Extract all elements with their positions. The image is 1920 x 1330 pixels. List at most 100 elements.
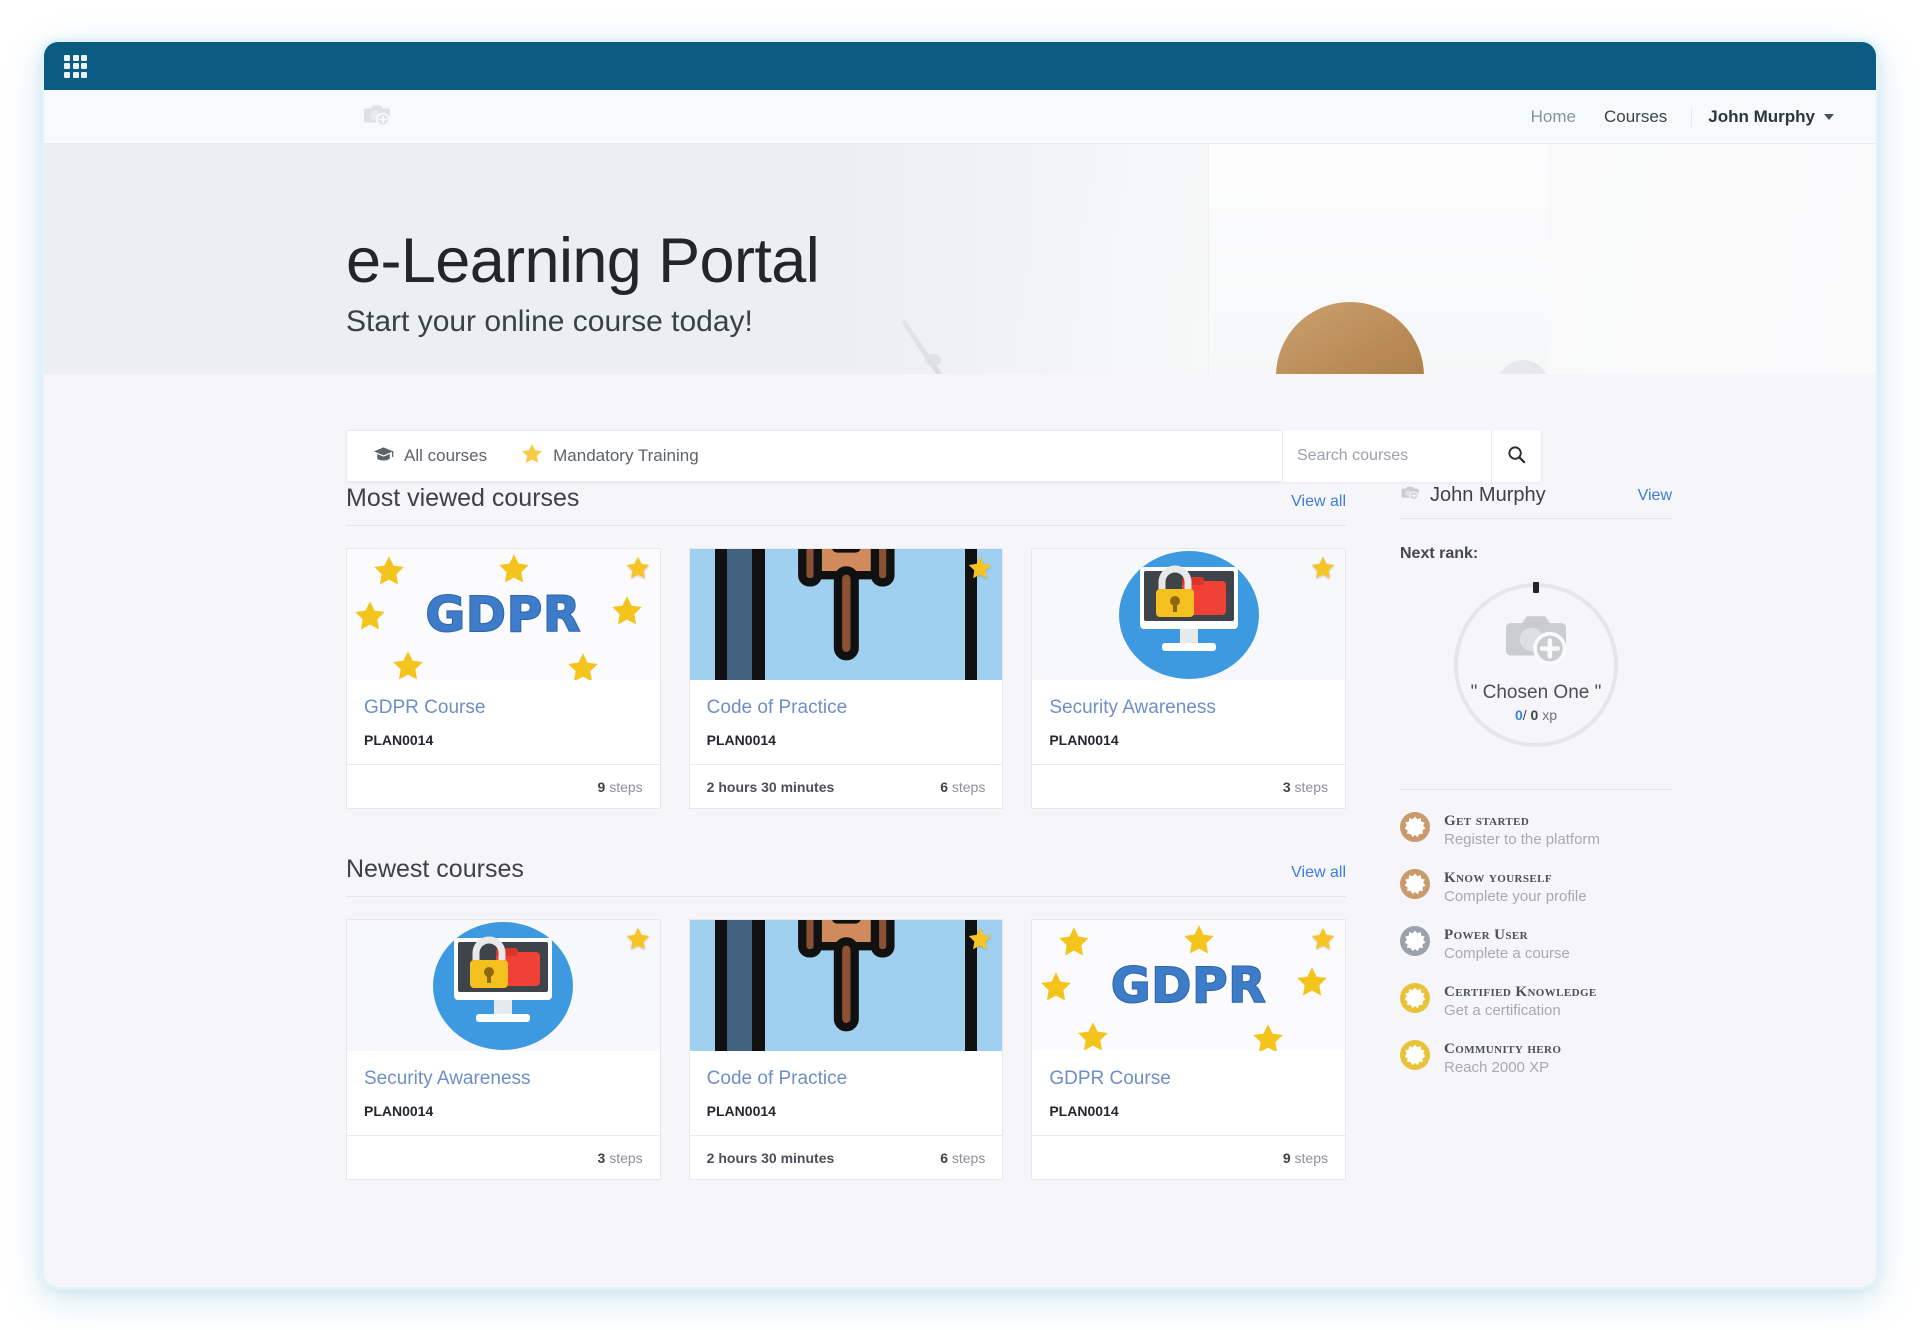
course-title[interactable]: GDPR Course (364, 697, 643, 719)
app-topbar (44, 42, 1876, 90)
page-title: e-Learning Portal (346, 226, 820, 296)
mandatory-star-icon (1310, 555, 1336, 586)
user-menu-label: John Murphy (1708, 106, 1815, 126)
course-card-list: GDPR GDPR Course PLAN0014 9 steps Code of Pr… (346, 548, 1347, 809)
badge-title: Know yourself (1444, 870, 1553, 886)
eu-star-icon (497, 552, 531, 591)
badge-item[interactable]: Get started Register to the platform (1400, 812, 1672, 848)
page-content: Most viewed courses View all GDPR GDPR Co… (44, 374, 1876, 1287)
user-menu[interactable]: John Murphy (1691, 106, 1840, 127)
badge-item[interactable]: Community hero Reach 2000 XP (1400, 1040, 1672, 1076)
search-group (1282, 430, 1541, 482)
course-card[interactable]: Code of Practice PLAN0014 2 hours 30 minut… (688, 548, 1004, 809)
course-steps: 6 steps (940, 778, 986, 795)
mandatory-star-icon (967, 555, 993, 586)
gdpr-thumbnail: GDPR (347, 549, 660, 680)
nav-link-home[interactable]: Home (1517, 107, 1590, 127)
course-card-footer: 3 steps (347, 1135, 660, 1179)
course-card-footer: 2 hours 30 minutes 6 steps (689, 1135, 1003, 1179)
rank-placeholder-icon (1500, 607, 1572, 672)
course-code: PLAN0014 (1049, 1103, 1119, 1119)
gdpr-wordmark: GDPR (1110, 957, 1267, 1015)
badge-title: Community hero (1444, 1041, 1562, 1057)
eu-star-icon (1057, 925, 1091, 964)
search-button[interactable] (1491, 430, 1541, 482)
badge-title: Certified Knowledge (1444, 984, 1597, 1000)
course-code: PLAN0014 (1049, 732, 1119, 748)
site-logo-placeholder-icon (362, 101, 392, 132)
badge-medal-icon (1400, 983, 1430, 1013)
badge-text: Community hero Reach 2000 XP (1444, 1040, 1561, 1076)
section-newest: Newest courses View all Security Awarene… (346, 855, 1347, 1180)
course-code: PLAN0014 (706, 732, 776, 748)
course-card-footer: 3 steps (1032, 764, 1346, 808)
course-title[interactable]: GDPR Course (1049, 1068, 1328, 1090)
eu-star-icon (566, 651, 600, 680)
eu-star-icon (1295, 965, 1329, 1004)
badge-description: Get a certification (1444, 1002, 1561, 1019)
badge-text: Know yourself Complete your profile (1444, 869, 1587, 905)
course-thumbnail: GDPR (347, 549, 660, 680)
mandatory-star-icon (625, 926, 651, 957)
course-card[interactable]: GDPR GDPR Course PLAN0014 9 steps (346, 548, 661, 809)
browser-window: Home Courses John Murphy e-Learning Port… (44, 42, 1876, 1287)
course-title[interactable]: Security Awareness (1049, 697, 1328, 719)
section-header: Most viewed courses View all (346, 484, 1346, 526)
section-header: Newest courses View all (346, 855, 1346, 897)
badge-item[interactable]: Power User Complete a course (1400, 926, 1672, 962)
course-title[interactable]: Code of Practice (707, 1068, 986, 1090)
next-rank-label: Next rank: (1400, 545, 1479, 562)
course-title[interactable]: Code of Practice (707, 697, 986, 719)
course-filter-bar: All courses Mandatory Training (346, 430, 1542, 482)
course-card-body: GDPR Course PLAN0014 (347, 680, 660, 764)
course-card[interactable]: Security Awareness PLAN0014 3 steps (1031, 548, 1347, 809)
filter-all-courses[interactable]: All courses (347, 446, 487, 467)
badge-text: Get started Register to the platform (1444, 812, 1600, 848)
eu-star-icon (610, 594, 644, 633)
rank-progress-ring: " Chosen One " 0/ 0 xp (1454, 582, 1618, 747)
course-steps: 6 steps (940, 1149, 986, 1166)
course-thumbnail (347, 920, 660, 1051)
badge-medal-icon (1400, 926, 1430, 956)
view-all-link[interactable]: View all (1291, 864, 1346, 882)
nav-link-courses[interactable]: Courses (1590, 107, 1681, 127)
course-card[interactable]: Code of Practice PLAN0014 2 hours 30 minut… (688, 919, 1004, 1180)
course-card[interactable]: GDPR GDPR Course PLAN0014 9 steps (1031, 919, 1347, 1180)
view-profile-link[interactable]: View (1638, 487, 1672, 505)
badge-item[interactable]: Certified Knowledge Get a certification (1400, 983, 1672, 1019)
eu-star-icon (1076, 1020, 1110, 1051)
security-awareness-thumbnail (347, 920, 660, 1051)
grid-apps-icon[interactable] (64, 54, 87, 78)
rank-name: " Chosen One " (1470, 682, 1602, 703)
course-card-body: Security Awareness PLAN0014 (347, 1051, 660, 1135)
course-code: PLAN0014 (706, 1103, 776, 1119)
course-card[interactable]: Security Awareness PLAN0014 3 steps (346, 919, 661, 1180)
sidebar-header: John Murphy View (1400, 484, 1672, 519)
course-card-body: Code of Practice PLAN0014 (690, 680, 1003, 764)
eu-star-icon (1251, 1022, 1285, 1051)
filter-mandatory-training[interactable]: Mandatory Training (487, 443, 699, 469)
course-card-list: Security Awareness PLAN0014 3 steps Code of… (346, 919, 1347, 1180)
course-thumbnail (689, 920, 1003, 1051)
badge-text: Certified Knowledge Get a certification (1444, 983, 1597, 1019)
eu-star-icon (1182, 923, 1216, 962)
badge-description: Complete a course (1444, 945, 1570, 962)
search-input[interactable] (1283, 430, 1491, 482)
course-code: PLAN0014 (364, 732, 434, 748)
rank-progress-tick (1533, 582, 1539, 593)
course-title[interactable]: Security Awareness (364, 1068, 643, 1090)
course-thumbnail (1032, 549, 1346, 680)
sidebar-user-name: John Murphy (1430, 484, 1546, 506)
badge-text: Power User Complete a course (1444, 926, 1570, 962)
rank-xp-unit: xp (1542, 707, 1558, 723)
rank-xp-total: 0 (1530, 707, 1539, 723)
search-icon (1507, 445, 1526, 467)
course-card-footer: 9 steps (347, 764, 660, 808)
course-code: PLAN0014 (364, 1103, 434, 1119)
section-title: Most viewed courses (346, 484, 580, 512)
badge-item[interactable]: Know yourself Complete your profile (1400, 869, 1672, 905)
courses-column: Most viewed courses View all GDPR GDPR Co… (346, 484, 1347, 1287)
badge-description: Register to the platform (1444, 831, 1600, 848)
course-card-body: Code of Practice PLAN0014 (690, 1051, 1003, 1135)
view-all-link[interactable]: View all (1291, 493, 1346, 511)
